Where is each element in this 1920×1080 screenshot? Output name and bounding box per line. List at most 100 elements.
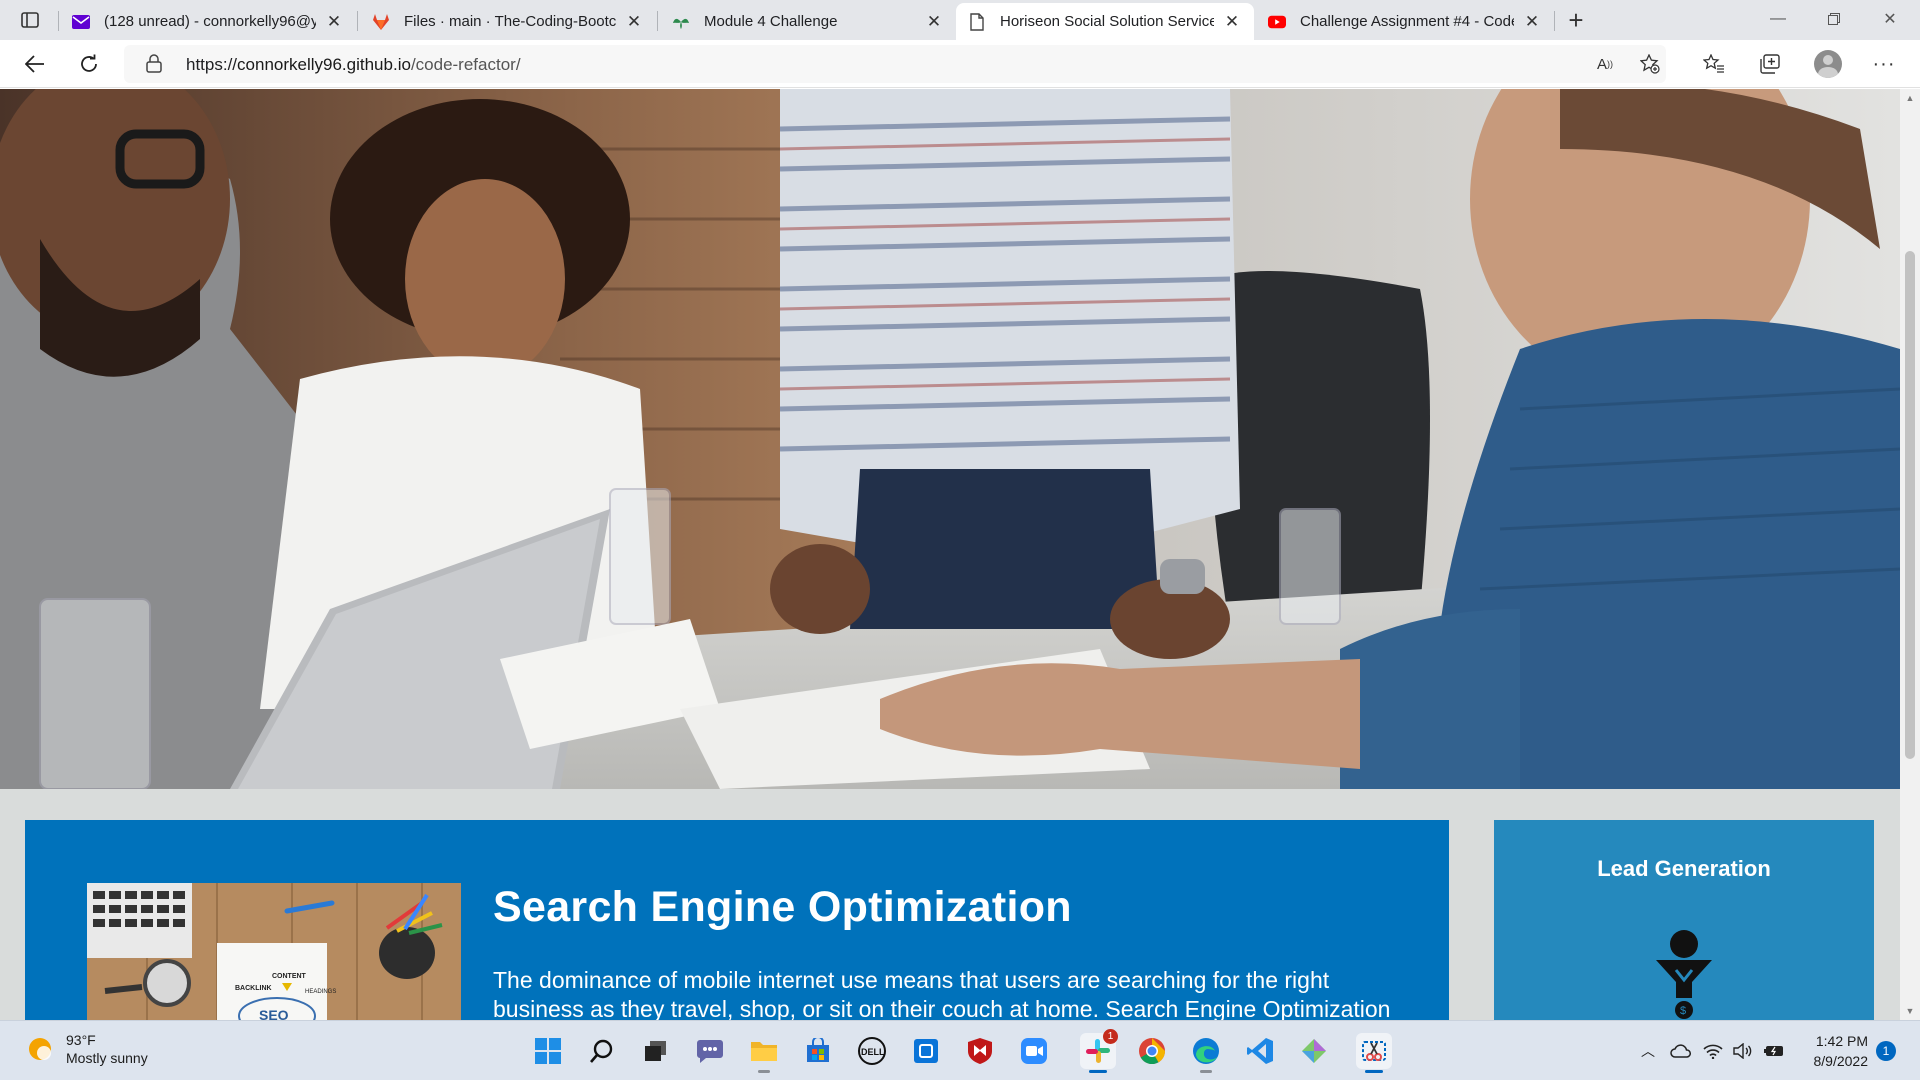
chrome-icon: [1139, 1038, 1166, 1065]
restore-button[interactable]: [1806, 0, 1862, 38]
edge-button[interactable]: [1188, 1033, 1224, 1073]
more-dots-icon: ···: [1872, 52, 1896, 75]
profile-button[interactable]: [1814, 50, 1842, 78]
zoom-icon: [1021, 1038, 1047, 1064]
taskbar-search-button[interactable]: [584, 1033, 620, 1069]
slack-button[interactable]: 1: [1080, 1029, 1118, 1073]
teams-chat-button[interactable]: [692, 1033, 728, 1069]
close-tab-icon[interactable]: ✕: [924, 12, 944, 32]
weather-temperature: 93°F: [66, 1032, 96, 1048]
youtube-icon: [1268, 13, 1286, 31]
zoom-button[interactable]: [1016, 1033, 1052, 1069]
settings-more-button[interactable]: ···: [1870, 50, 1898, 78]
show-hidden-icons-button[interactable]: ︿: [1638, 1041, 1658, 1061]
tab-title: Module 4 Challenge: [704, 13, 838, 30]
tab-title: Files · main · The-Coding-Bootca: [404, 13, 616, 30]
running-indicator: [1365, 1070, 1383, 1073]
plus-icon: +: [1568, 4, 1584, 35]
task-view-button[interactable]: [638, 1033, 674, 1069]
tab-title: Challenge Assignment #4 - Code: [1300, 13, 1514, 30]
tab-title: (128 unread) - connorkelly96@y: [104, 13, 316, 30]
windows-taskbar: 93°F Mostly sunny DELL 1 ︿ 1:42 PM 8/9/2…: [0, 1020, 1920, 1080]
seo-image-content-label: CONTENT: [272, 973, 307, 980]
store-icon: [807, 1038, 829, 1062]
weather-condition: Mostly sunny: [66, 1050, 148, 1066]
gitkraken-button[interactable]: [1296, 1033, 1332, 1069]
close-window-button[interactable]: ✕: [1862, 0, 1918, 38]
favorites-list-icon: [1703, 54, 1724, 73]
edge-icon: [1193, 1038, 1219, 1064]
file-explorer-button[interactable]: [746, 1033, 782, 1073]
scroll-up-arrow-icon[interactable]: ▲: [1904, 93, 1916, 103]
running-indicator: [758, 1070, 770, 1073]
tab-horiseon-active[interactable]: Horiseon Social Solution Service ✕: [956, 3, 1254, 40]
system-clock[interactable]: 1:42 PM 8/9/2022: [1798, 1031, 1869, 1071]
lock-icon[interactable]: [146, 54, 164, 74]
tab-separator: [357, 11, 358, 31]
seo-section-card: CONTENT BACKLINK HEADINGS SEO Search Eng…: [25, 820, 1449, 1020]
onedrive-tray-icon[interactable]: [1668, 1041, 1692, 1061]
address-bar[interactable]: https://connorkelly96.github.io/code-ref…: [124, 45, 1666, 83]
windows-logo-icon: [535, 1038, 561, 1064]
back-button[interactable]: [18, 48, 52, 80]
svg-text:DELL: DELL: [861, 1047, 885, 1057]
blue-square-app-button[interactable]: [908, 1033, 944, 1069]
add-favorite-icon[interactable]: [1639, 54, 1661, 74]
weather-widget[interactable]: 93°F Mostly sunny: [26, 1031, 148, 1067]
vscode-button[interactable]: [1242, 1033, 1278, 1069]
tab-actions-icon: [21, 12, 39, 28]
read-aloud-icon[interactable]: A)): [1594, 54, 1616, 74]
tab-module-4-challenge[interactable]: Module 4 Challenge ✕: [660, 3, 956, 40]
hero-photo-illustration: [0, 89, 1900, 789]
dell-app-button[interactable]: DELL: [854, 1033, 890, 1069]
seo-image: CONTENT BACKLINK HEADINGS SEO: [87, 883, 461, 1020]
notification-center-badge[interactable]: 1: [1876, 1041, 1896, 1061]
close-tab-icon[interactable]: ✕: [624, 12, 644, 32]
dell-logo-icon: DELL: [858, 1037, 886, 1065]
tab-separator: [58, 11, 59, 31]
mcafee-button[interactable]: [962, 1033, 998, 1069]
tab-youtube-challenge[interactable]: Challenge Assignment #4 - Code ✕: [1256, 3, 1554, 40]
battery-tray-icon[interactable]: [1762, 1041, 1786, 1061]
mcafee-shield-icon: [968, 1038, 992, 1064]
url-text[interactable]: https://connorkelly96.github.io/code-ref…: [186, 55, 521, 75]
clock-time: 1:42 PM: [1815, 1033, 1868, 1049]
clock-date: 8/9/2022: [1813, 1053, 1869, 1069]
close-tab-icon[interactable]: ✕: [1522, 12, 1542, 32]
page-viewport: CONTENT BACKLINK HEADINGS SEO Search Eng…: [0, 89, 1900, 1020]
browser-toolbar: https://connorkelly96.github.io/code-ref…: [0, 40, 1920, 88]
lead-generation-heading: Lead Generation: [1597, 856, 1771, 881]
task-view-icon: [645, 1041, 666, 1061]
seo-heading: Search Engine Optimization: [493, 883, 1072, 931]
url-host: connorkelly96.github.io: [237, 55, 411, 74]
page-scrollbar[interactable]: ▲ ▼: [1900, 89, 1920, 1020]
search-icon: [590, 1039, 613, 1063]
minimize-button[interactable]: —: [1750, 0, 1806, 38]
microsoft-store-button[interactable]: [800, 1033, 836, 1069]
lead-generation-funnel-icon: $: [1656, 930, 1712, 1019]
close-tab-icon[interactable]: ✕: [324, 12, 344, 32]
snipping-tool-button[interactable]: [1356, 1033, 1392, 1073]
canvas-icon: [672, 13, 690, 31]
tab-actions-menu-button[interactable]: [14, 6, 46, 34]
tab-separator: [657, 11, 658, 31]
refresh-button[interactable]: [72, 48, 106, 80]
running-indicator: [1200, 1070, 1212, 1073]
seo-desk-illustration: CONTENT BACKLINK HEADINGS SEO: [87, 883, 461, 1020]
scroll-down-arrow-icon[interactable]: ▼: [1904, 1006, 1916, 1016]
favorites-button[interactable]: [1700, 50, 1728, 78]
seo-image-backlink-label: BACKLINK: [235, 985, 272, 992]
tab-yahoo-mail[interactable]: (128 unread) - connorkelly96@y ✕: [60, 3, 356, 40]
app-square-icon: [914, 1039, 938, 1063]
scrollbar-thumb[interactable]: [1905, 251, 1915, 759]
page-icon: [968, 12, 986, 31]
close-tab-icon[interactable]: ✕: [1222, 12, 1242, 32]
collections-button[interactable]: [1756, 50, 1784, 78]
chrome-button[interactable]: [1134, 1033, 1170, 1069]
minimize-icon: —: [1770, 10, 1786, 27]
wifi-tray-icon[interactable]: [1702, 1041, 1724, 1061]
volume-tray-icon[interactable]: [1732, 1041, 1754, 1061]
start-button[interactable]: [530, 1033, 566, 1069]
tab-gitlab-files[interactable]: Files · main · The-Coding-Bootca ✕: [360, 3, 656, 40]
new-tab-button[interactable]: +: [1562, 4, 1590, 35]
